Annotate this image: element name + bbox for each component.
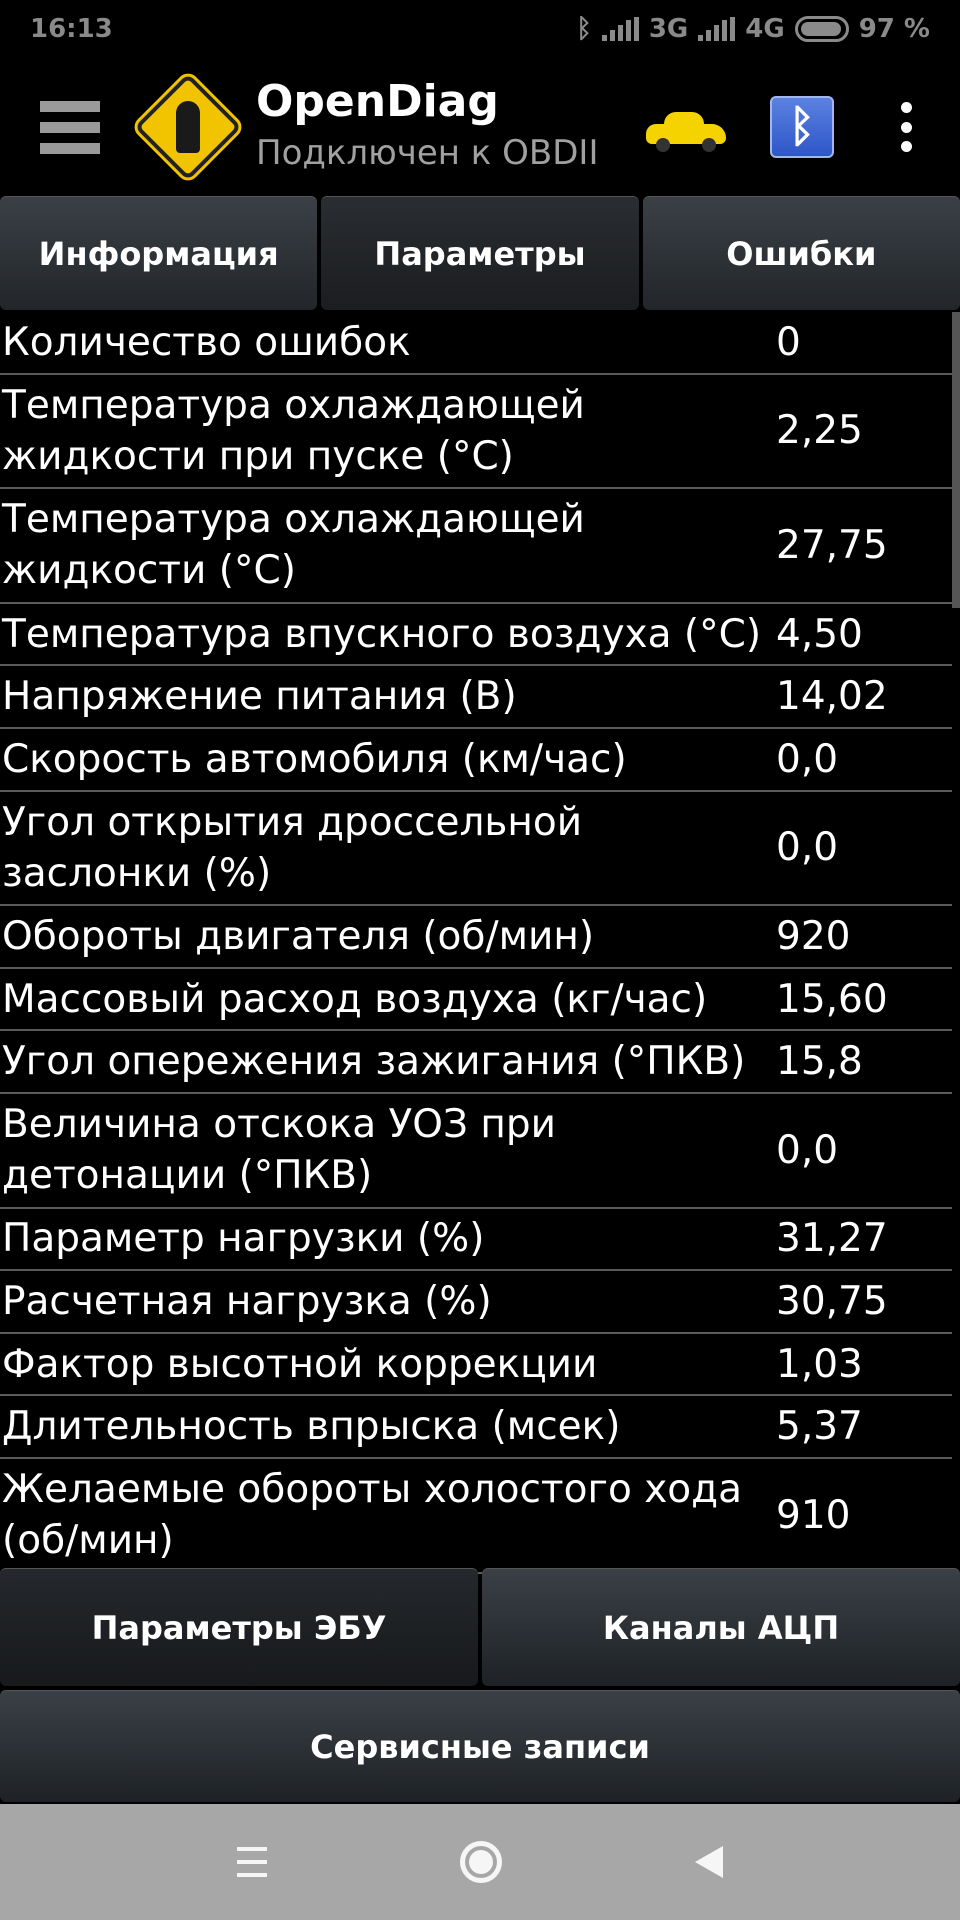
tab-information[interactable]: Информация bbox=[0, 196, 318, 310]
param-value: 27,75 bbox=[776, 522, 888, 568]
param-row-engine-rpm: Обороты двигателя (об/мин) 920 bbox=[0, 906, 952, 969]
param-value: 0,0 bbox=[776, 1127, 839, 1173]
menu-icon[interactable] bbox=[40, 100, 100, 154]
param-name: Параметр нагрузки (%) bbox=[2, 1216, 485, 1262]
home-icon[interactable] bbox=[459, 1841, 502, 1883]
tab-bar: Информация Параметры Ошибки bbox=[0, 196, 960, 312]
param-name: Количество ошибок bbox=[2, 319, 411, 365]
param-name: Температура впускного воздуха (°С) bbox=[2, 611, 762, 657]
param-row-coolant-start-temp: Температура охлаждающей жидкости при пус… bbox=[0, 375, 952, 490]
tab-errors[interactable]: Ошибки bbox=[642, 196, 960, 310]
param-name: Напряжение питания (В) bbox=[2, 674, 517, 720]
param-row-altitude-factor: Фактор высотной коррекции 1,03 bbox=[0, 1334, 952, 1397]
param-name: Фактор высотной коррекции bbox=[2, 1341, 598, 1387]
param-name: Желаемые обороты холостого хода (об/мин) bbox=[2, 1467, 743, 1564]
app-bar: OpenDiag Подключен к OBDII ᛒ bbox=[0, 58, 960, 196]
param-value: 0,0 bbox=[776, 736, 839, 782]
param-name: Массовый расход воздуха (кг/час) bbox=[2, 976, 708, 1022]
bluetooth-status-icon: ᛒ bbox=[576, 14, 592, 44]
battery-percent: 97 % bbox=[858, 14, 930, 44]
status-time: 16:13 bbox=[30, 14, 113, 44]
more-vert-icon[interactable] bbox=[892, 102, 920, 152]
network-type-1: 3G bbox=[648, 14, 689, 44]
tab-parameters[interactable]: Параметры bbox=[321, 196, 639, 310]
param-value: 910 bbox=[776, 1492, 851, 1538]
system-nav-bar bbox=[0, 1804, 960, 1920]
param-row-coolant-temp: Температура охлаждающей жидкости (°С) 27… bbox=[0, 489, 952, 604]
app-logo-key-icon bbox=[132, 71, 244, 183]
param-row-vehicle-speed: Скорость автомобиля (км/час) 0,0 bbox=[0, 729, 952, 792]
param-row-supply-voltage: Напряжение питания (В) 14,02 bbox=[0, 666, 952, 729]
param-value: 15,60 bbox=[776, 976, 888, 1022]
recents-icon[interactable] bbox=[236, 1847, 267, 1877]
param-name: Величина отскока УОЗ при детонации (°ПКВ… bbox=[2, 1102, 556, 1199]
param-value: 14,02 bbox=[776, 674, 888, 720]
param-value: 0,0 bbox=[776, 825, 839, 871]
param-value: 5,37 bbox=[776, 1404, 863, 1450]
param-row-throttle-angle: Угол открытия дроссельной заслонки (%) 0… bbox=[0, 792, 952, 907]
param-value: 0 bbox=[776, 319, 801, 365]
connection-status: Подключен к OBDII bbox=[256, 133, 599, 173]
param-value: 15,8 bbox=[776, 1039, 863, 1085]
service-records-button[interactable]: Сервисные записи bbox=[0, 1690, 960, 1802]
network-type-2: 4G bbox=[745, 14, 785, 44]
param-row-injection-duration: Длительность впрыска (мсек) 5,37 bbox=[0, 1396, 952, 1459]
param-value: 2,25 bbox=[776, 408, 863, 454]
bluetooth-icon[interactable]: ᛒ bbox=[770, 96, 834, 158]
param-name: Расчетная нагрузка (%) bbox=[2, 1278, 492, 1324]
param-row-target-idle-rpm: Желаемые обороты холостого хода (об/мин)… bbox=[0, 1459, 952, 1574]
back-icon[interactable] bbox=[695, 1846, 724, 1878]
param-name: Температура охлаждающей жидкости при пус… bbox=[2, 382, 585, 479]
battery-icon bbox=[794, 16, 849, 42]
ecu-params-button[interactable]: Параметры ЭБУ bbox=[0, 1568, 478, 1686]
bottom-buttons: Параметры ЭБУ Каналы АЦП Сервисные запис… bbox=[0, 1568, 960, 1804]
param-name: Угол опережения зажигания (°ПКВ) bbox=[2, 1039, 746, 1085]
param-value: 920 bbox=[776, 913, 851, 959]
app-titles: OpenDiag Подключен к OBDII bbox=[256, 76, 598, 178]
status-bar: 16:13 ᛒ 3G 4G 97 % bbox=[0, 0, 960, 58]
param-row-ignition-advance: Угол опережения зажигания (°ПКВ) 15,8 bbox=[0, 1031, 952, 1094]
param-name: Температура охлаждающей жидкости (°С) bbox=[2, 497, 585, 594]
param-value: 30,75 bbox=[776, 1278, 888, 1324]
param-name: Угол открытия дроссельной заслонки (%) bbox=[2, 799, 583, 896]
scrollbar[interactable] bbox=[952, 312, 960, 608]
param-name: Обороты двигателя (об/мин) bbox=[2, 913, 595, 959]
param-row-load-parameter: Параметр нагрузки (%) 31,27 bbox=[0, 1209, 952, 1272]
status-icons: ᛒ 3G 4G 97 % bbox=[576, 14, 930, 44]
param-row-knock-retard: Величина отскока УОЗ при детонации (°ПКВ… bbox=[0, 1094, 952, 1209]
car-icon[interactable] bbox=[646, 110, 726, 152]
param-row-error-count: Количество ошибок 0 bbox=[0, 312, 952, 375]
signal-strength-icon-2 bbox=[698, 17, 736, 41]
param-name: Скорость автомобиля (км/час) bbox=[2, 736, 627, 782]
parameter-list[interactable]: Количество ошибок 0 Температура охлаждаю… bbox=[0, 312, 952, 1574]
param-value: 4,50 bbox=[776, 611, 863, 657]
param-row-intake-air-temp: Температура впускного воздуха (°С) 4,50 bbox=[0, 604, 952, 667]
param-value: 1,03 bbox=[776, 1341, 863, 1387]
app-title: OpenDiag bbox=[256, 76, 499, 127]
param-value: 31,27 bbox=[776, 1216, 888, 1262]
param-name: Длительность впрыска (мсек) bbox=[2, 1404, 621, 1450]
adc-channels-button[interactable]: Каналы АЦП bbox=[482, 1568, 960, 1686]
param-row-mass-air-flow: Массовый расход воздуха (кг/час) 15,60 bbox=[0, 969, 952, 1032]
param-row-calculated-load: Расчетная нагрузка (%) 30,75 bbox=[0, 1271, 952, 1334]
signal-strength-icon bbox=[601, 17, 639, 41]
